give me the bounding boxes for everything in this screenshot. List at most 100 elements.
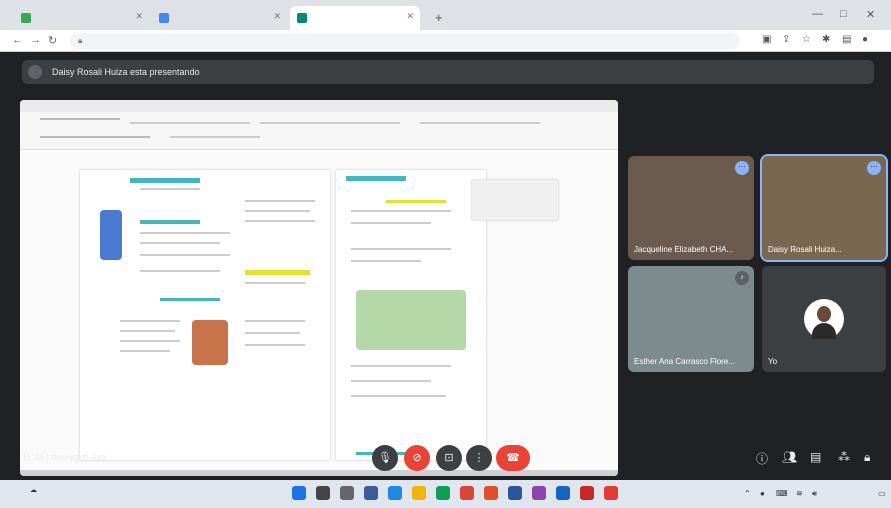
thumbnail-panel	[472, 180, 558, 220]
activities-icon[interactable]: ⁂	[838, 450, 850, 464]
more-options-icon[interactable]: ⋯	[735, 161, 749, 175]
text-line	[351, 260, 421, 262]
participant-tile-self[interactable]: Yo	[762, 266, 886, 372]
participant-name: Daisy Rosali Huiza...	[768, 245, 842, 254]
host-controls-icon[interactable]: 🔒︎	[864, 450, 870, 465]
maximize-icon[interactable]: □	[840, 8, 847, 20]
widgets-icon[interactable]	[364, 486, 378, 500]
close-window-icon[interactable]: ✕	[866, 8, 875, 21]
text-line	[120, 340, 180, 342]
more-options-icon[interactable]: ⋮	[466, 445, 492, 471]
microphone-icon[interactable]: 🎙︎	[372, 445, 398, 471]
meet-main: Daisy Rosali Huiza esta presentando ⋯ Ja…	[0, 52, 891, 480]
section-bar	[160, 298, 220, 301]
close-tab-icon[interactable]: ✕	[135, 11, 143, 22]
language-icon[interactable]: ⌨︎	[776, 489, 788, 498]
tray-app-icon[interactable]: ●	[760, 489, 765, 498]
browser-tab-active[interactable]: ✕	[290, 6, 420, 30]
info-icon[interactable]: ⓘ	[756, 450, 768, 467]
close-tab-icon[interactable]: ✕	[406, 11, 414, 22]
sidebar-icon[interactable]: ▤	[842, 34, 851, 45]
word-icon[interactable]	[508, 486, 522, 500]
profile-icon[interactable]: ●	[862, 34, 868, 45]
share-icon[interactable]: ⇪	[782, 34, 790, 45]
app-icon[interactable]	[604, 486, 618, 500]
people-icon[interactable]: 👥︎	[782, 450, 797, 464]
search-icon[interactable]	[316, 486, 330, 500]
self-avatar	[804, 299, 844, 339]
new-tab-icon[interactable]: +	[435, 10, 443, 25]
page-heading-bar	[346, 176, 406, 181]
present-screen-icon[interactable]: ⊡	[436, 445, 462, 471]
browser-tab[interactable]: ✕	[14, 6, 149, 30]
edge-icon[interactable]	[388, 486, 402, 500]
highlighted-text	[386, 200, 446, 203]
browser-tab[interactable]: ✕	[152, 6, 287, 30]
shared-screen[interactable]	[20, 100, 618, 476]
text-line	[140, 188, 200, 190]
presenting-banner: Daisy Rosali Huiza esta presentando	[22, 60, 874, 84]
tray-chevron-icon[interactable]: ⌃	[744, 489, 751, 498]
ribbon-tools	[170, 136, 260, 138]
highlighted-text	[245, 270, 310, 275]
ribbon-tools	[260, 122, 400, 124]
text-line	[120, 350, 170, 352]
weather-widget[interactable]: ☁︎	[30, 486, 37, 494]
chat-icon[interactable]: ▤	[810, 450, 821, 464]
text-line	[351, 380, 431, 382]
camera-off-icon[interactable]: ⊘	[404, 445, 430, 471]
app-icon[interactable]	[580, 486, 594, 500]
document-page	[336, 170, 486, 460]
ribbon-tools	[130, 122, 250, 124]
meeting-time: 11:24	[22, 452, 44, 462]
camera-permission-icon[interactable]: ▣	[762, 34, 771, 45]
text-line	[245, 332, 300, 334]
bookmark-star-icon[interactable]: ☆	[802, 34, 811, 45]
text-line	[140, 270, 220, 272]
text-line	[351, 222, 431, 224]
text-line	[351, 365, 451, 367]
hang-up-icon[interactable]: ☎︎	[496, 445, 530, 471]
presenter-avatar-icon	[28, 65, 42, 79]
windows-taskbar: ☁︎ ⌃ ● ⌨︎ ≋ 🔊︎ ▭	[0, 480, 891, 508]
participant-tile[interactable]: ♪ Esther Ana Carrasco Flore...	[628, 266, 754, 372]
office-icon[interactable]	[484, 486, 498, 500]
text-line	[140, 232, 230, 234]
file-explorer-icon[interactable]	[412, 486, 426, 500]
minimize-icon[interactable]: —	[812, 8, 823, 20]
muted-mic-icon: ♪	[735, 271, 749, 285]
cartoon-face	[192, 320, 228, 365]
ribbon-tools	[40, 136, 150, 138]
more-options-icon[interactable]: ⋯	[867, 161, 881, 175]
app-icon[interactable]	[532, 486, 546, 500]
extension-icon[interactable]: ✱	[822, 34, 830, 45]
avatar-body	[812, 323, 836, 339]
text-line	[351, 248, 451, 250]
notifications-icon[interactable]: ▭	[878, 489, 886, 498]
ribbon-tools	[420, 122, 540, 124]
forward-icon[interactable]: →	[30, 34, 41, 46]
text-line	[245, 220, 315, 222]
app-icon[interactable]	[556, 486, 570, 500]
chrome-icon[interactable]	[460, 486, 474, 500]
illustration-image	[356, 290, 466, 350]
reload-icon[interactable]: ↻	[48, 34, 57, 47]
section-bar	[140, 220, 200, 224]
address-bar[interactable]: 🔒︎	[70, 33, 740, 49]
back-icon[interactable]: ←	[12, 34, 23, 46]
start-icon[interactable]	[292, 486, 306, 500]
wifi-icon[interactable]: ≋	[796, 489, 803, 498]
text-line	[245, 320, 305, 322]
avatar-head	[817, 306, 831, 322]
text-line	[120, 330, 175, 332]
cartoon-figure	[100, 210, 122, 260]
participant-tile[interactable]: ⋯ Jacqueline Elizabeth CHA...	[628, 156, 754, 260]
participant-tile[interactable]: ⋯ Daisy Rosali Huiza...	[760, 154, 888, 262]
task-view-icon[interactable]	[340, 486, 354, 500]
close-tab-icon[interactable]: ✕	[273, 11, 281, 22]
document-canvas	[20, 152, 618, 470]
store-icon[interactable]	[436, 486, 450, 500]
volume-icon[interactable]: 🔊︎	[812, 489, 817, 499]
text-line	[351, 210, 451, 212]
browser-toolbar: ← → ↻ 🔒︎ ▣ ⇪ ☆ ✱ ▤ ●	[0, 30, 891, 52]
